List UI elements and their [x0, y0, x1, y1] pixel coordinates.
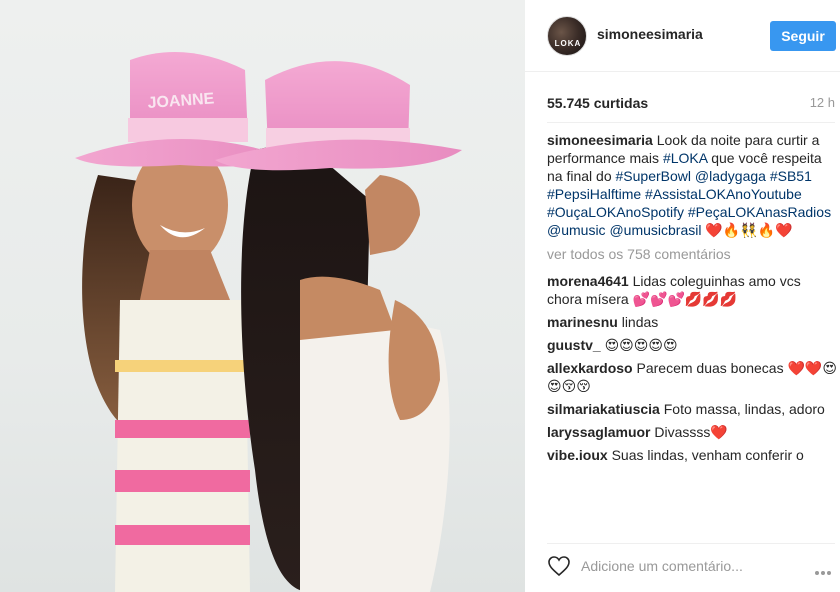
avatar[interactable]: LOKA [547, 16, 587, 56]
comment-item: allexkardoso Parecem duas bonecas ❤️❤️😍😍… [547, 359, 837, 395]
comment-username[interactable]: laryssaglamuor [547, 424, 651, 440]
divider [547, 122, 835, 123]
caption-tag-link[interactable]: @umusic [547, 222, 606, 238]
comment-text: Foto massa, lindas, adoro [659, 401, 825, 417]
caption-text-segment: ❤️🔥👯🔥❤️ [701, 222, 793, 238]
caption-tag-link[interactable]: #PeçaLOKAnasRadios [688, 204, 831, 220]
comment-item: marinesnu lindas [547, 313, 837, 331]
post-time[interactable]: 12 h [810, 95, 835, 110]
caption-tag-link[interactable]: #AssistaLOKAnoYoutube [645, 186, 802, 202]
follow-button[interactable]: Seguir [770, 21, 836, 51]
avatar-badge: LOKA [554, 39, 582, 48]
caption-tag-link[interactable]: #PepsiHalftime [547, 186, 641, 202]
likes-row: 55.745 curtidas 12 h [547, 95, 835, 113]
caption-tag-link[interactable]: @ladygaga [695, 168, 766, 184]
comment-item: silmariakatiuscia Foto massa, lindas, ad… [547, 400, 837, 418]
photo-illustration: JOANNE [75, 52, 462, 592]
comment-username[interactable]: marinesnu [547, 314, 618, 330]
caption-tag-link[interactable]: #SB51 [770, 168, 812, 184]
caption: simoneesimaria Look da noite para curtir… [547, 131, 837, 239]
comment-text: Suas lindas, venham conferir o [607, 447, 804, 463]
caption-tag-link[interactable]: #SuperBowl [616, 168, 692, 184]
comment-text: 😍😍😍😍😍 [600, 337, 678, 353]
caption-tag-link[interactable]: #LOKA [663, 150, 707, 166]
comment-items: morena4641 Lidas coleguinhas amo vcs cho… [547, 272, 837, 464]
view-all-comments-link[interactable]: ver todos os 758 comentários [547, 245, 837, 263]
comment-item: laryssaglamuor Divassss❤️ [547, 423, 837, 441]
header-username[interactable]: simoneesimaria [597, 26, 703, 42]
comment-item: guustv_ 😍😍😍😍😍 [547, 336, 837, 354]
comment-input[interactable] [581, 556, 801, 576]
caption-tag-link[interactable]: #OuçaLOKAnoSpotify [547, 204, 684, 220]
post-photo[interactable]: JOANNE [0, 0, 525, 592]
heart-outline-icon[interactable] [547, 555, 571, 577]
comment-username[interactable]: vibe.ioux [547, 447, 608, 463]
more-options-icon[interactable] [815, 562, 835, 575]
comment-text: Divassss❤️ [650, 424, 728, 440]
caption-tag-link[interactable]: @umusicbrasil [609, 222, 701, 238]
post-side-panel: LOKA simoneesimaria Seguir 55.745 curtid… [525, 0, 840, 592]
add-comment-bar [547, 543, 835, 589]
caption-username[interactable]: simoneesimaria [547, 132, 653, 148]
comment-text: lindas [617, 314, 659, 330]
comment-username[interactable]: guustv_ [547, 337, 601, 353]
comment-item: morena4641 Lidas coleguinhas amo vcs cho… [547, 272, 837, 308]
likes-count[interactable]: 55.745 curtidas [547, 95, 648, 111]
post-header: LOKA simoneesimaria Seguir [525, 0, 840, 72]
comments-list[interactable]: simoneesimaria Look da noite para curtir… [547, 131, 837, 529]
comment-username[interactable]: silmariakatiuscia [547, 401, 660, 417]
comment-username[interactable]: allexkardoso [547, 360, 633, 376]
comment-username[interactable]: morena4641 [547, 273, 629, 289]
comment-item: vibe.ioux Suas lindas, venham conferir o [547, 446, 837, 464]
